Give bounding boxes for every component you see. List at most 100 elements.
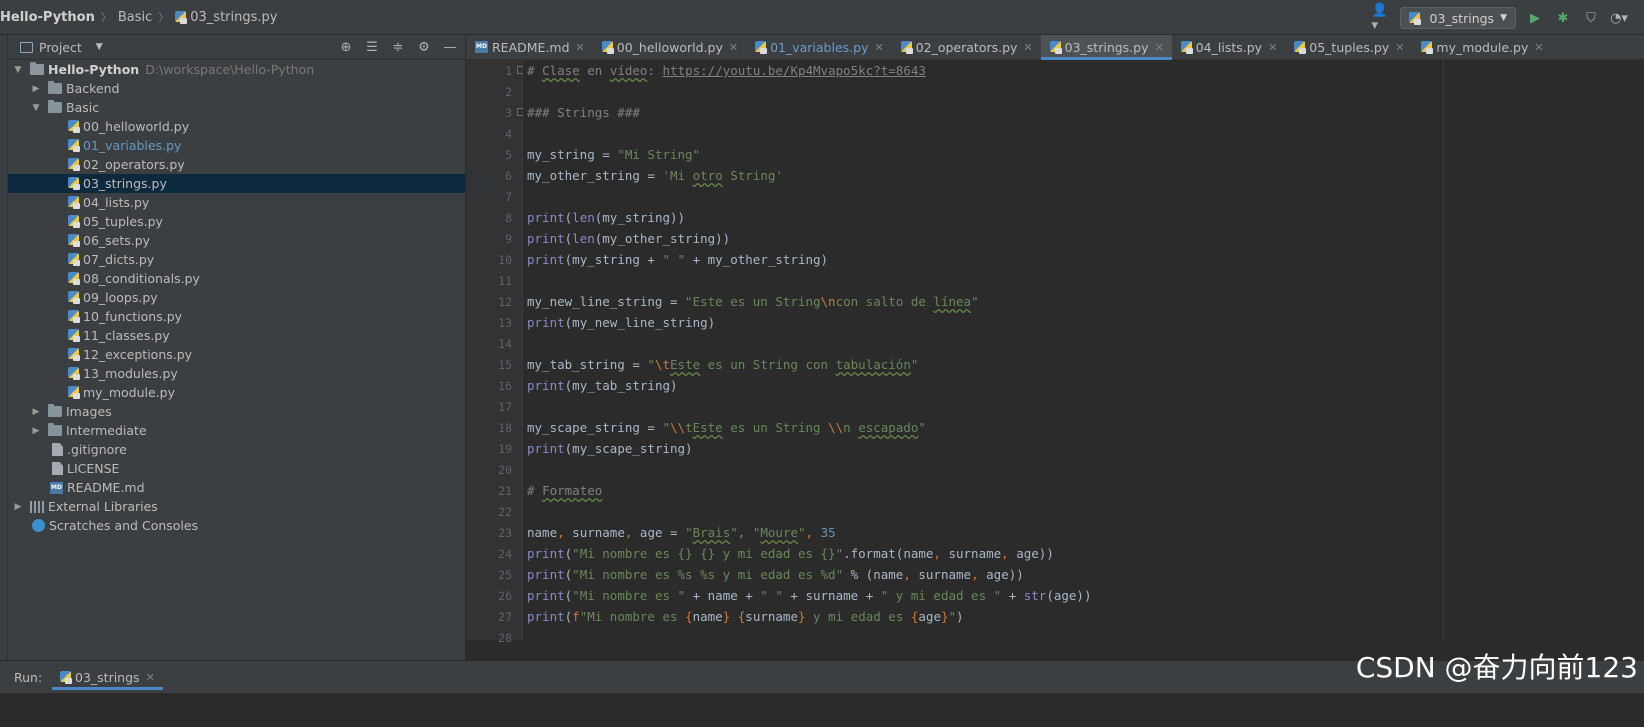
breadcrumb-folder[interactable]: Basic xyxy=(118,10,152,25)
python-file-icon xyxy=(68,158,80,171)
tree-item-license[interactable]: LICENSE xyxy=(8,459,465,478)
file-name: 12_exceptions.py xyxy=(83,347,193,362)
code-line: print(my_tab_string) xyxy=(527,378,678,393)
tree-item-file[interactable]: 04_lists.py xyxy=(8,193,465,212)
tab-tuples[interactable]: 05_tuples.py ✕ xyxy=(1285,35,1412,59)
tree-item-external-libraries[interactable]: ▶ External Libraries xyxy=(8,497,465,516)
run-configuration-label: 03_strings xyxy=(1429,10,1495,26)
root-folder-name: Hello-Python xyxy=(48,62,140,77)
python-file-icon xyxy=(68,234,80,247)
python-file-icon xyxy=(68,310,80,323)
python-file-icon xyxy=(900,40,913,54)
root-folder-path: D:\workspace\Hello-Python xyxy=(145,62,315,77)
close-icon[interactable]: ✕ xyxy=(576,41,585,54)
close-icon[interactable]: ✕ xyxy=(146,671,155,684)
line-number: 7 xyxy=(505,190,512,204)
locate-icon[interactable]: ⊕ xyxy=(337,38,355,56)
line-number-gutter: 1 2 3 4 5 6 7 8 9 10 11 12 13 14 15 16 17 18 19 20 21 22 23 24 2… xyxy=(466,60,525,645)
file-name: 00_helloworld.py xyxy=(83,119,190,134)
tree-item-file[interactable]: 12_exceptions.py xyxy=(8,345,465,364)
tree-item-scratches[interactable]: Scratches and Consoles xyxy=(8,516,465,535)
tab-readme[interactable]: MD README.md ✕ xyxy=(466,35,593,59)
collapse-all-icon[interactable]: ≑ xyxy=(389,38,407,56)
tree-item-intermediate[interactable]: ▶ Intermediate xyxy=(8,421,465,440)
code-line: my_tab_string = "\tEste es un String con… xyxy=(527,357,919,372)
run-icon[interactable]: ▶ xyxy=(1526,9,1544,27)
code-line: print(my_new_line_string) xyxy=(527,315,716,330)
close-icon[interactable]: ✕ xyxy=(1023,41,1032,54)
tree-item-file[interactable]: 13_modules.py xyxy=(8,364,465,383)
project-view-select[interactable]: Project ▼ xyxy=(20,40,103,55)
tree-item-file[interactable]: 06_sets.py xyxy=(8,231,465,250)
tree-item-file[interactable]: 02_operators.py xyxy=(8,155,465,174)
line-number: 11 xyxy=(498,274,512,288)
tree-item-file[interactable]: 09_loops.py xyxy=(8,288,465,307)
line-number: 6 xyxy=(505,169,512,183)
line-number: 23 xyxy=(498,526,512,540)
tree-item-file[interactable]: 07_dicts.py xyxy=(8,250,465,269)
python-file-icon xyxy=(755,40,768,54)
scratches-icon xyxy=(32,519,45,532)
python-file-icon xyxy=(1049,40,1062,54)
tree-item-file[interactable]: 10_functions.py xyxy=(8,307,465,326)
tree-item-file[interactable]: 05_tuples.py xyxy=(8,212,465,231)
breadcrumb-file[interactable]: 03_strings.py xyxy=(190,10,277,25)
tab-lists[interactable]: 04_lists.py ✕ xyxy=(1172,35,1286,59)
folder-icon xyxy=(48,404,62,417)
profile-icon[interactable]: ◔▾ xyxy=(1610,9,1628,27)
code-line: print(my_string + " " + my_other_string) xyxy=(527,252,829,267)
tree-item-backend[interactable]: ▶ Backend xyxy=(8,79,465,98)
tree-item-file[interactable]: 00_helloworld.py xyxy=(8,117,465,136)
tab-label: 01_variables.py xyxy=(770,39,869,55)
tab-label: README.md xyxy=(492,39,570,55)
tree-item-gitignore[interactable]: .gitignore xyxy=(8,440,465,459)
file-name: 08_conditionals.py xyxy=(83,271,200,286)
line-number: 19 xyxy=(498,442,512,456)
tree-item-file[interactable]: 01_variables.py xyxy=(8,136,465,155)
folder-icon xyxy=(48,423,62,436)
python-file-icon xyxy=(1180,40,1193,54)
tree-item-readme[interactable]: MD README.md xyxy=(8,478,465,497)
tree-item-file[interactable]: 11_classes.py xyxy=(8,326,465,345)
toolbar: 👤▾ 03_strings ▼ ▶ ✱ ⛉ ◔▾ xyxy=(1372,3,1628,33)
tree-item-root[interactable]: ▼ Hello-Python D:\workspace\Hello-Python xyxy=(8,60,465,79)
debug-icon[interactable]: ✱ xyxy=(1554,9,1572,27)
tab-variables[interactable]: 01_variables.py ✕ xyxy=(746,35,892,59)
coverage-icon[interactable]: ⛉ xyxy=(1582,9,1600,27)
tree-item-basic[interactable]: ▼ Basic xyxy=(8,98,465,117)
breadcrumb-project[interactable]: Hello-Python xyxy=(0,10,95,25)
run-tab[interactable]: 03_strings ✕ xyxy=(52,665,163,690)
close-icon[interactable]: ✕ xyxy=(1268,41,1277,54)
minimize-icon[interactable]: — xyxy=(441,38,459,56)
close-icon[interactable]: ✕ xyxy=(1155,41,1164,54)
expand-all-icon[interactable]: ☰ xyxy=(363,38,381,56)
file-name: 10_functions.py xyxy=(83,309,183,324)
run-configuration-select[interactable]: 03_strings ▼ xyxy=(1399,7,1516,29)
project-panel-header: Project ▼ ⊕ ☰ ≑ ⚙ — xyxy=(8,35,465,60)
python-file-icon xyxy=(1408,11,1421,25)
tree-item-file-selected[interactable]: 03_strings.py xyxy=(8,174,465,193)
gitignore-file-icon xyxy=(52,443,63,456)
watermark: CSDN @奋力向前123 xyxy=(1355,651,1638,684)
tab-helloworld[interactable]: 00_helloworld.py ✕ xyxy=(593,35,746,59)
close-icon[interactable]: ✕ xyxy=(1395,41,1404,54)
close-icon[interactable]: ✕ xyxy=(1534,41,1543,54)
chevron-right-icon: 〉 xyxy=(158,11,170,24)
close-icon[interactable]: ✕ xyxy=(874,41,883,54)
tree-item-file[interactable]: my_module.py xyxy=(8,383,465,402)
tab-strings[interactable]: 03_strings.py ✕ xyxy=(1040,35,1172,60)
tab-operators[interactable]: 02_operators.py ✕ xyxy=(892,35,1041,59)
line-number: 18 xyxy=(498,421,512,435)
close-icon[interactable]: ✕ xyxy=(729,41,738,54)
code-editor[interactable]: # Clase en vídeo: https://youtu.be/Kp4Mv… xyxy=(523,60,1644,640)
file-name: 06_sets.py xyxy=(83,233,151,248)
chevron-right-icon: ▶ xyxy=(14,501,22,512)
user-icon[interactable]: 👤▾ xyxy=(1372,3,1390,33)
python-file-icon xyxy=(68,215,80,228)
chevron-down-icon: ▼ xyxy=(14,64,22,75)
tree-item-file[interactable]: 08_conditionals.py xyxy=(8,269,465,288)
tab-my-module[interactable]: my_module.py ✕ xyxy=(1412,35,1551,59)
gear-icon[interactable]: ⚙ xyxy=(415,38,433,56)
text-file-icon xyxy=(52,462,63,475)
tree-item-images[interactable]: ▶ Images xyxy=(8,402,465,421)
